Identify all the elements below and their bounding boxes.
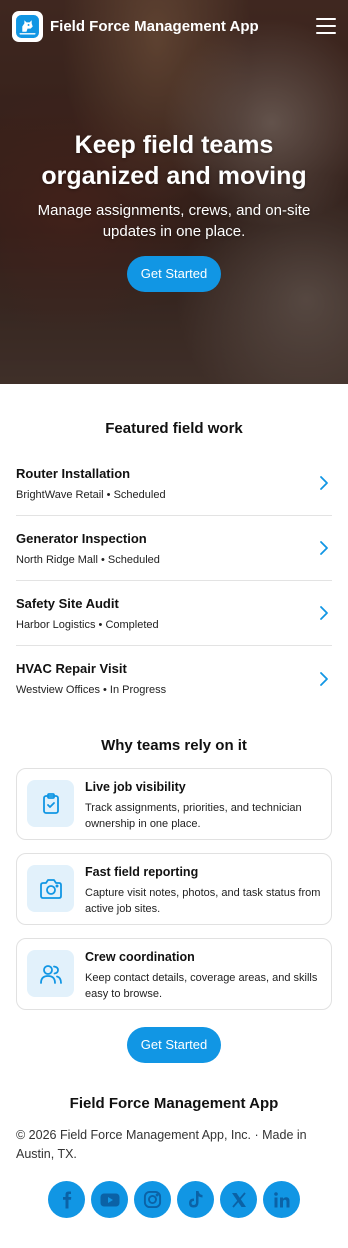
copyright: © 2026 Field Force Management App, Inc. … xyxy=(16,1128,307,1161)
feature-card: Fast field reporting Capture visit notes… xyxy=(16,853,332,925)
social-links xyxy=(16,1181,332,1218)
app-name[interactable]: Field Force Management App xyxy=(50,18,316,35)
feature-cards: Live job visibility Track assignments, p… xyxy=(16,768,332,1010)
chevron-right-icon xyxy=(320,606,328,620)
hamburger-menu-icon[interactable] xyxy=(316,18,336,34)
card-title: Crew coordination xyxy=(85,950,195,964)
footer-title: Field Force Management App xyxy=(69,1095,279,1112)
get-started-button[interactable]: Get Started xyxy=(126,256,222,292)
card-description: Keep contact details, coverage areas, an… xyxy=(85,972,318,1000)
get-started-button-bottom[interactable]: Get Started xyxy=(126,1027,222,1063)
work-item-meta: BrightWave Retail • Scheduled xyxy=(16,488,166,501)
why-title: Why teams rely on it xyxy=(101,737,247,754)
featured-section: Featured field work Router Installation … xyxy=(0,384,348,711)
featured-title: Featured field work xyxy=(105,420,243,437)
list-item[interactable]: HVAC Repair Visit Westview Offices • In … xyxy=(16,646,332,711)
why-section: Why teams rely on it Live job visibility… xyxy=(0,711,348,1063)
work-item-title: Generator Inspection xyxy=(16,530,147,546)
list-item[interactable]: Router Installation BrightWave Retail • … xyxy=(16,451,332,516)
work-item-title: Safety Site Audit xyxy=(16,595,119,611)
card-description: Track assignments, priorities, and techn… xyxy=(85,802,302,830)
work-item-title: Router Installation xyxy=(16,465,131,481)
dog-logo-icon[interactable] xyxy=(12,10,43,42)
instagram-icon[interactable] xyxy=(134,1181,171,1218)
camera-icon xyxy=(27,865,74,912)
feature-card: Crew coordination Keep contact details, … xyxy=(16,938,332,1010)
hero-section: Field Force Management App Keep field te… xyxy=(0,0,348,384)
feature-card: Live job visibility Track assignments, p… xyxy=(16,768,332,840)
facebook-icon[interactable] xyxy=(48,1181,85,1218)
work-list: Router Installation BrightWave Retail • … xyxy=(16,451,332,711)
chevron-right-icon xyxy=(320,476,328,490)
hero-title: Keep field teams organized and moving xyxy=(41,131,307,190)
chevron-right-icon xyxy=(320,671,328,686)
work-item-title: HVAC Repair Visit xyxy=(16,661,127,676)
youtube-icon[interactable] xyxy=(91,1181,128,1218)
clipboard-check-icon xyxy=(27,780,74,827)
work-item-meta: North Ridge Mall • Scheduled xyxy=(16,553,160,566)
footer: Field Force Management App © 2026 Field … xyxy=(0,1063,348,1248)
card-title: Fast field reporting xyxy=(85,865,199,879)
top-nav: Field Force Management App xyxy=(0,0,348,52)
hero-content: Keep field teams organized and moving Ma… xyxy=(0,130,348,292)
tiktok-icon[interactable] xyxy=(177,1181,214,1218)
card-title: Live job visibility xyxy=(85,780,186,794)
list-item[interactable]: Generator Inspection North Ridge Mall • … xyxy=(16,516,332,581)
list-item[interactable]: Safety Site Audit Harbor Logistics • Com… xyxy=(16,581,332,646)
hero-subtitle: Manage assignments, crews, and on-site u… xyxy=(37,202,311,240)
chevron-right-icon xyxy=(320,541,328,555)
linkedin-icon[interactable] xyxy=(263,1181,300,1218)
x-icon[interactable] xyxy=(220,1181,257,1218)
work-item-meta: Westview Offices • In Progress xyxy=(16,684,167,696)
work-item-meta: Harbor Logistics • Completed xyxy=(16,618,159,631)
card-description: Capture visit notes, photos, and task st… xyxy=(85,887,321,915)
users-icon xyxy=(27,950,74,997)
